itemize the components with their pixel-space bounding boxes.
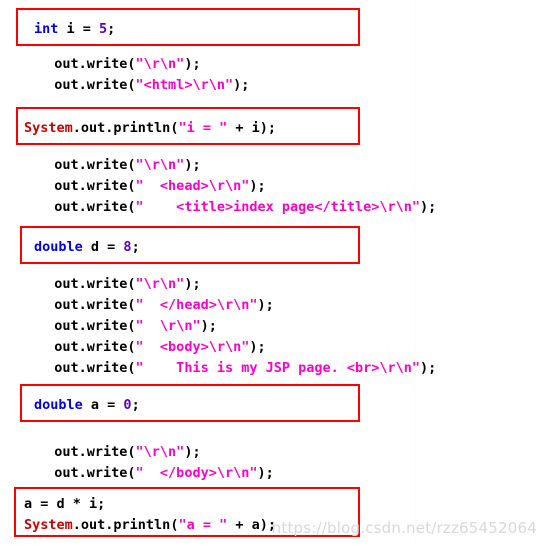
code-token-kw: double (34, 397, 83, 413)
code-token-plain: out.write( (38, 465, 136, 481)
code-token-plain: out.write( (38, 339, 136, 355)
code-line: System.out.println("a = " + a); (16, 515, 358, 536)
code-token-plain: out.write( (38, 77, 136, 93)
code-token-plain: ); (200, 318, 217, 334)
code-token-str: "a = " (178, 517, 228, 533)
code-block-write-4: out.write("\r\n"); out.write(" </body>\r… (38, 442, 274, 484)
code-token-plain: d = (82, 239, 124, 255)
code-block-write-2: out.write("\r\n"); out.write(" <head>\r\… (38, 155, 436, 218)
code-line: a = d * i; (16, 489, 358, 515)
code-token-str: " This is my JSP page. <br>\r\n" (135, 360, 421, 376)
code-token-plain: ); (184, 276, 201, 292)
code-line: out.write(" \r\n"); (38, 316, 436, 337)
code-token-plain: ); (420, 199, 437, 215)
code-token-plain: a = (82, 397, 124, 413)
highlight-box-double-d: double d = 8; (20, 226, 360, 264)
code-line: out.write(" <title>index page</title>\r\… (38, 197, 436, 218)
code-token-plain: a = d * i; (24, 496, 106, 512)
code-line: int i = 5; (18, 10, 358, 40)
highlight-box-println-i: System.out.println("i = " + i); (16, 107, 360, 145)
highlight-box-int-i: int i = 5; (16, 8, 360, 46)
code-line: double d = 8; (22, 228, 358, 258)
code-token-str: "\r\n" (135, 56, 185, 72)
code-token-plain: out.write( (38, 276, 136, 292)
code-token-num: 5 (99, 21, 108, 37)
code-token-plain: out.write( (38, 297, 136, 313)
page-seam-right (415, 0, 416, 545)
code-screenshot: int i = 5; out.write("\r\n"); out.write(… (0, 0, 541, 545)
code-token-plain: out.write( (38, 444, 136, 460)
code-line: out.write(" </body>\r\n"); (38, 463, 274, 484)
code-token-kw: double (34, 239, 83, 255)
code-token-plain: + i); (227, 120, 277, 136)
code-line: out.write("\r\n"); (38, 155, 436, 176)
code-token-plain: ; (131, 239, 140, 255)
code-line: out.write("\r\n"); (38, 274, 436, 295)
code-token-str: "\r\n" (135, 157, 185, 173)
code-token-str: "<html>\r\n" (135, 77, 234, 93)
code-token-plain: out.write( (38, 56, 136, 72)
code-token-plain: ); (184, 157, 201, 173)
code-token-str: "\r\n" (135, 444, 185, 460)
code-token-str: "\r\n" (135, 276, 185, 292)
code-line: out.write("\r\n"); (38, 442, 274, 463)
code-token-cls: System (24, 120, 73, 136)
code-token-str: "i = " (178, 120, 228, 136)
code-token-plain: out.write( (38, 178, 136, 194)
code-token-plain: out.write( (38, 360, 136, 376)
code-token-plain: ); (233, 77, 250, 93)
code-token-str: " <head>\r\n" (135, 178, 250, 194)
code-block-write-1: out.write("\r\n"); out.write("<html>\r\n… (38, 54, 249, 96)
code-token-plain: ); (184, 56, 201, 72)
code-token-plain: .out.println( (72, 120, 179, 136)
code-token-plain: ); (257, 465, 274, 481)
code-token-plain: ); (257, 297, 274, 313)
code-line: out.write(" </head>\r\n"); (38, 295, 436, 316)
code-line: out.write(" This is my JSP page. <br>\r\… (38, 358, 436, 379)
code-token-kw: int (34, 21, 59, 37)
highlight-box-double-a: double a = 0; (20, 384, 360, 422)
code-line: double a = 0; (22, 386, 358, 416)
code-line: System.out.println("i = " + i); (18, 109, 358, 139)
code-token-plain: out.write( (38, 318, 136, 334)
code-token-plain: i = (58, 21, 100, 37)
highlight-box-calc-a: a = d * i; System.out.println("a = " + a… (14, 487, 360, 537)
code-token-plain: ; (131, 397, 140, 413)
code-token-plain: ; (107, 21, 116, 37)
code-line: out.write(" <body>\r\n"); (38, 337, 436, 358)
code-token-plain: ); (249, 178, 266, 194)
code-block-write-3: out.write("\r\n"); out.write(" </head>\r… (38, 274, 436, 379)
code-token-str: " </head>\r\n" (135, 297, 258, 313)
code-token-num: 0 (123, 397, 132, 413)
code-token-cls: System (24, 517, 73, 533)
code-token-plain: ); (184, 444, 201, 460)
code-token-str: " </body>\r\n" (135, 465, 258, 481)
code-token-plain: .out.println( (72, 517, 179, 533)
code-token-str: " <body>\r\n" (135, 339, 250, 355)
code-token-str: " <title>index page</title>\r\n" (135, 199, 421, 215)
code-token-num: 8 (123, 239, 132, 255)
code-line: out.write("\r\n"); (38, 54, 249, 75)
code-token-plain: ); (420, 360, 437, 376)
code-token-plain: out.write( (38, 199, 136, 215)
code-line: out.write(" <head>\r\n"); (38, 176, 436, 197)
code-token-plain: + a); (227, 517, 277, 533)
code-line: out.write("<html>\r\n"); (38, 75, 249, 96)
code-token-plain: out.write( (38, 157, 136, 173)
code-token-plain: ); (249, 339, 266, 355)
code-token-str: " \r\n" (135, 318, 201, 334)
page-seam-left (388, 0, 389, 545)
